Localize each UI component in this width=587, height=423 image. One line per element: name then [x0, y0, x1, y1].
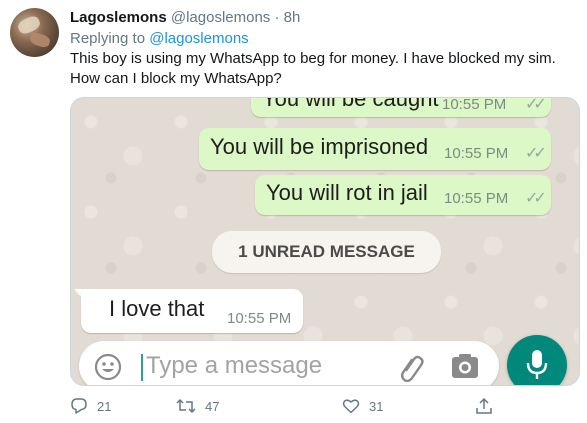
emoji-icon[interactable] — [94, 353, 122, 385]
message-time: 10:55 PM — [444, 190, 509, 207]
tweet-text-line: How can I block my WhatsApp? — [70, 70, 282, 87]
author-handle[interactable]: @lagoslemons — [171, 9, 270, 26]
unread-banner: 1 UNREAD MESSAGE — [212, 231, 441, 273]
tweet-text-line: This boy is using my WhatsApp to beg for… — [70, 50, 556, 67]
message-text: You will be imprisoned — [210, 134, 429, 159]
tweet-time[interactable]: 8h — [284, 9, 301, 26]
reply-button[interactable]: 21 — [70, 395, 111, 417]
incoming-message: I love that 10:55 PM — [81, 289, 303, 333]
tweet-header: Lagoslemons @lagoslemons · 8h — [70, 8, 300, 28]
double-check-icon: ✓✓ — [525, 145, 547, 162]
outgoing-message: You will be imprisoned 10:55 PM ✓✓ — [199, 128, 551, 170]
mic-icon — [526, 350, 548, 379]
replying-to-link[interactable]: @lagoslemons — [149, 30, 248, 47]
message-input[interactable] — [146, 351, 376, 381]
separator-dot: · — [274, 9, 280, 26]
reply-icon — [71, 398, 87, 414]
voice-record-button[interactable] — [507, 335, 567, 385]
replying-prefix: Replying to — [70, 30, 146, 47]
message-time: 10:55 PM — [227, 310, 292, 327]
retweet-count: 47 — [205, 398, 220, 414]
share-icon — [476, 397, 492, 414]
double-check-icon: ✓✓ — [525, 190, 547, 207]
tweet-actions: 21 47 31 — [70, 395, 570, 417]
text-caret — [141, 354, 143, 381]
message-time: 10:55 PM — [444, 145, 509, 162]
attach-icon[interactable] — [397, 352, 427, 385]
message-composer — [79, 341, 499, 385]
camera-icon[interactable] — [451, 353, 479, 384]
tweet-media-screenshot[interactable]: You will be caught 10:55 PM ✓✓ You will … — [70, 97, 580, 386]
message-text: You will be caught — [262, 97, 439, 111]
retweet-icon — [176, 398, 196, 414]
heart-icon — [342, 399, 360, 414]
outgoing-message: You will rot in jail 10:55 PM ✓✓ — [255, 175, 551, 215]
author-avatar[interactable] — [10, 8, 59, 57]
share-button[interactable] — [475, 395, 493, 417]
like-count: 31 — [369, 398, 384, 414]
message-text: I love that — [109, 296, 205, 321]
tweet-text: This boy is using my WhatsApp to beg for… — [70, 49, 575, 89]
replying-to-line: Replying to @lagoslemons — [70, 29, 249, 49]
retweet-button[interactable]: 47 — [176, 395, 219, 417]
author-name[interactable]: Lagoslemons — [70, 9, 167, 26]
reply-count: 21 — [97, 398, 112, 414]
double-check-icon: ✓✓ — [525, 97, 547, 113]
message-time: 10:55 PM — [442, 97, 507, 113]
outgoing-message: You will be caught 10:55 PM ✓✓ — [251, 97, 551, 117]
like-button[interactable]: 31 — [342, 395, 383, 417]
message-text: You will rot in jail — [266, 180, 428, 205]
